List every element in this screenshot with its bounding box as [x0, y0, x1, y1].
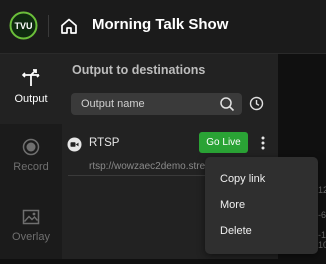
- destination-name: RTSP: [89, 137, 120, 149]
- go-live-button[interactable]: Go Live: [199, 132, 248, 153]
- video-camera-icon: [67, 137, 82, 152]
- svg-text:TVU: TVU: [15, 21, 33, 31]
- search-icon[interactable]: [219, 96, 235, 112]
- divider: [68, 175, 218, 176]
- home-icon[interactable]: [60, 17, 78, 35]
- destination-url: rtsp://wowzaec2demo.streamlock: [89, 161, 215, 172]
- sidebar: Output Record Overlay: [0, 54, 62, 259]
- more-vertical-icon[interactable]: [259, 136, 267, 150]
- menu-item-copy-link[interactable]: Copy link: [220, 173, 265, 185]
- background-text: 10: [318, 240, 326, 250]
- sidebar-item-output[interactable]: Output: [0, 54, 62, 124]
- record-icon: [22, 138, 40, 156]
- header-divider: [48, 15, 49, 37]
- background-text: -6: [318, 210, 326, 220]
- sidebar-item-label: Overlay: [12, 231, 50, 243]
- background-text: 12: [318, 185, 326, 195]
- panel-title: Output to destinations: [72, 63, 206, 77]
- app-header: TVU Morning Talk Show: [0, 0, 326, 54]
- sidebar-item-label: Output: [14, 93, 48, 105]
- output-arrows-icon: [21, 69, 40, 86]
- image-icon: [22, 209, 40, 225]
- menu-item-delete[interactable]: Delete: [220, 225, 252, 237]
- search-input[interactable]: [81, 93, 211, 115]
- background-text: -1: [318, 230, 326, 240]
- history-icon[interactable]: [249, 96, 264, 111]
- search-box: [71, 93, 242, 115]
- context-menu: Copy link More Delete: [205, 157, 318, 254]
- sidebar-item-overlay[interactable]: Overlay: [0, 194, 62, 264]
- page-title: Morning Talk Show: [92, 16, 229, 33]
- tvu-logo: TVU: [9, 11, 38, 40]
- sidebar-item-record[interactable]: Record: [0, 124, 62, 194]
- sidebar-item-label: Record: [13, 161, 49, 173]
- menu-item-more[interactable]: More: [220, 199, 245, 211]
